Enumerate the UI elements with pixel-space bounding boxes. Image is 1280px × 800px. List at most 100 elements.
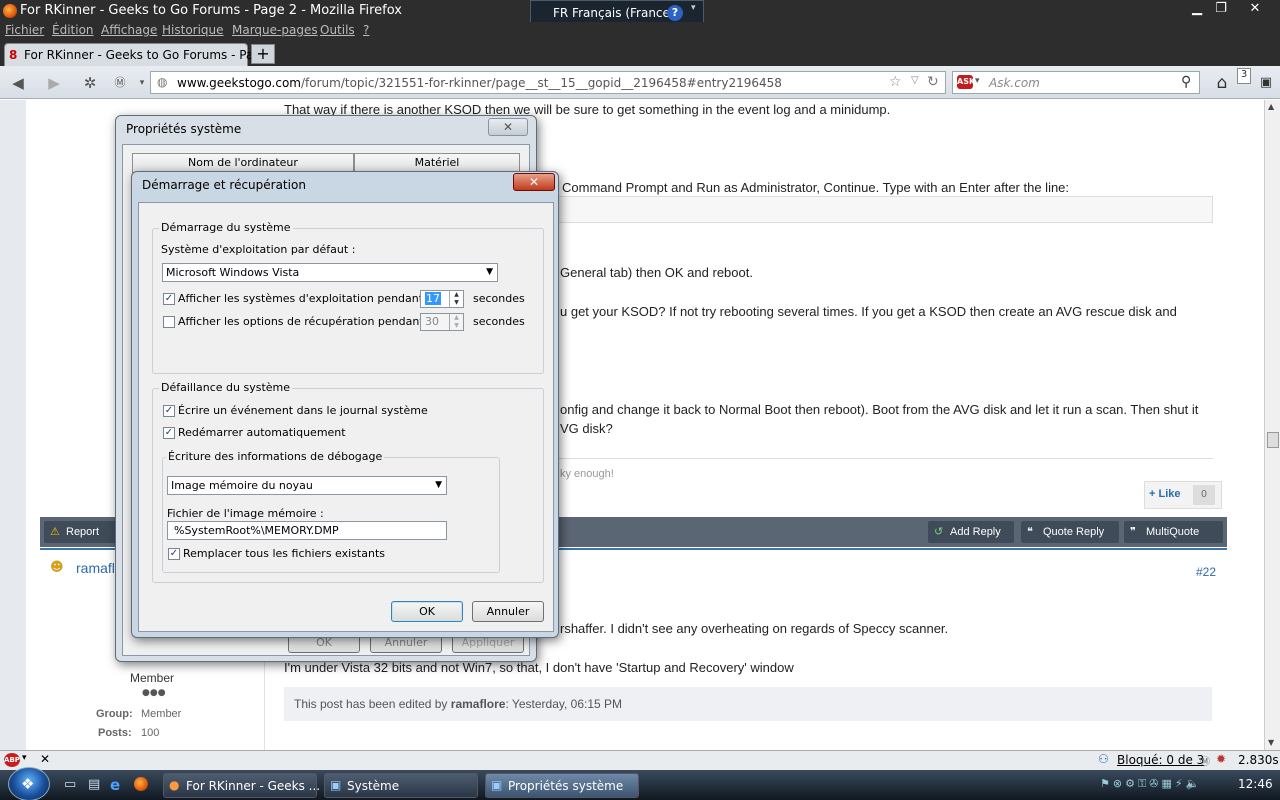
extension-icon[interactable]: ✲ — [80, 73, 100, 93]
posts-value: 100 — [141, 727, 160, 739]
member-role: Member — [130, 671, 175, 685]
chevron-down-icon: ▼ — [435, 480, 442, 490]
scroll-up-icon[interactable]: ▲ — [1268, 102, 1274, 111]
signature-text: ky enough! — [560, 468, 614, 480]
toolbar-extra-icon[interactable]: ▣ — [1256, 73, 1276, 93]
taskbar-item-proprietes[interactable]: ▣ Propriétés système — [485, 773, 639, 798]
edited-by-link[interactable]: ramaflore — [451, 697, 506, 711]
like-button[interactable]: + Like — [1149, 488, 1181, 500]
firebug-icon[interactable]: ✹ — [1216, 752, 1226, 766]
blocked-count[interactable]: Bloqué: 0 de 3 — [1117, 753, 1204, 767]
debug-info-select[interactable]: Image mémoire du noyau ▼ — [167, 476, 447, 495]
status-bar: ABP ▾ ✕ ⚇ Bloqué: 0 de 3 Ⓜ ✹ 2.830s — [0, 750, 1280, 770]
menu-help[interactable]: ? — [363, 23, 369, 37]
system-icon: ▣ — [330, 778, 342, 792]
auto-restart-checkbox[interactable]: ✓ — [163, 427, 175, 439]
forward-arrow-icon[interactable]: ▶ — [44, 73, 64, 93]
navigation-bar: ◀ ▶ ✲ Ⓜ ▾ ◍ www.geekstogo.com/forum/topi… — [0, 66, 1280, 99]
write-event-label: Écrire un événement dans le journal syst… — [178, 404, 428, 417]
clock[interactable]: 12:46 — [1238, 777, 1273, 791]
firefox-quicklaunch-icon[interactable] — [134, 777, 148, 791]
scroll-down-icon[interactable]: ▼ — [1268, 738, 1274, 747]
dropdown-arrow-icon[interactable]: ▾ — [132, 73, 152, 93]
addon-icon[interactable]: Ⓜ — [110, 73, 130, 93]
url-history-icon[interactable]: ▽ — [911, 75, 919, 86]
debug-group-label: Écriture des informations de débogage — [166, 450, 385, 463]
language-label: FR Français (France) — [553, 6, 675, 20]
auto-restart-label: Redémarrer automatiquement — [178, 426, 346, 439]
startup-recovery-close-button[interactable]: ✕ — [513, 173, 555, 191]
taskbar-item-systeme[interactable]: ▣ Système — [324, 773, 478, 798]
search-icon[interactable]: ⚲ — [1181, 74, 1191, 90]
show-recovery-seconds-stepper[interactable]: 30 ▲ ▼ — [420, 313, 464, 331]
dump-file-input[interactable]: %SystemRoot%\MEMORY.DMP — [167, 521, 447, 540]
start-button[interactable]: ❖ — [8, 767, 50, 800]
ask-engine-icon[interactable]: ASK — [957, 75, 975, 89]
firefox-icon — [3, 4, 17, 18]
menu-edition[interactable]: Édition — [52, 23, 94, 37]
show-desktop-icon[interactable]: ▭ — [64, 777, 76, 792]
show-recovery-seconds-label: secondes — [473, 315, 525, 328]
minimize-button[interactable]: ▁ — [1184, 0, 1210, 18]
restore-button[interactable]: ❐ — [1208, 0, 1234, 18]
ok-button[interactable]: OK — [391, 601, 463, 622]
menu-fichier[interactable]: Fichier — [5, 23, 44, 37]
tab-hardware[interactable]: Matériel — [354, 153, 520, 173]
system-tray-icons[interactable]: ⚑⊗⚙⚿✇▦⚡🔈 — [1100, 777, 1202, 791]
home-icon[interactable]: ⌂ — [1212, 73, 1232, 93]
bookmark-star-icon[interactable]: ☆ — [889, 74, 902, 90]
firefox-icon: ● — [169, 778, 180, 792]
show-os-checkbox[interactable]: ✓ — [163, 293, 175, 305]
cancel-button[interactable]: Annuler — [472, 601, 544, 622]
url-bar[interactable]: ◍ www.geekstogo.com/forum/topic/321551-f… — [150, 71, 946, 94]
taskbar-item-firefox[interactable]: ● For RKinner - Geeks ... — [163, 773, 320, 798]
status-addon-icon[interactable]: Ⓜ — [1200, 753, 1210, 768]
new-tab-button[interactable]: + — [251, 44, 275, 64]
post-text-line: VG disk? — [560, 421, 613, 436]
help-icon[interactable]: ? — [667, 5, 683, 21]
close-statusbar-icon[interactable]: ✕ — [40, 752, 50, 766]
search-input[interactable]: Ask.com — [989, 76, 1040, 90]
menu-marque-pages[interactable]: Marque-pages — [232, 23, 318, 37]
add-reply-button[interactable]: ↺ Add Reply — [928, 521, 1014, 543]
url-text: www.geekstogo.com/forum/topic/321551-for… — [177, 76, 782, 90]
language-bar-options-icon[interactable]: ▾ — [691, 3, 696, 13]
overwrite-label: Remplacer tous les fichiers existants — [183, 547, 386, 560]
system-properties-close-button[interactable]: ✕ — [488, 118, 528, 136]
stepper-arrows-icon[interactable]: ▲ ▼ — [449, 291, 463, 307]
menu-affichage[interactable]: Affichage — [101, 23, 157, 37]
scroll-thumb[interactable] — [1267, 432, 1279, 448]
noscript-icon[interactable]: ⚇ — [1098, 752, 1109, 766]
internet-explorer-icon[interactable]: e — [110, 776, 120, 794]
show-os-label: Afficher les systèmes d'exploitation pen… — [178, 292, 431, 305]
tab-computer-name[interactable]: Nom de l'ordinateur — [132, 153, 354, 173]
adblock-icon[interactable]: ABP — [4, 753, 20, 767]
search-bar[interactable]: ASK ▾ Ask.com ⚲ — [952, 71, 1200, 94]
back-arrow-icon[interactable]: ◀ — [8, 73, 28, 93]
stepper-arrows-icon[interactable]: ▲ ▼ — [449, 314, 463, 330]
taskbar: ▭ ▤ e ● For RKinner - Geeks ... ▣ Système … — [0, 770, 1280, 800]
show-recovery-checkbox[interactable] — [163, 316, 175, 328]
reload-icon[interactable]: ↻ — [927, 74, 939, 90]
engine-dropdown-icon[interactable]: ▾ — [975, 76, 980, 86]
reply-author-link[interactable]: ramafl — [76, 560, 115, 576]
menu-historique[interactable]: Historique — [162, 23, 224, 37]
quote-reply-button[interactable]: ❝ Quote Reply — [1021, 521, 1119, 543]
multiquote-button[interactable]: ❞ MultiQuote — [1124, 521, 1223, 543]
overwrite-checkbox[interactable]: ✓ — [168, 548, 180, 560]
switch-windows-icon[interactable]: ▤ — [88, 777, 100, 792]
notification-badge[interactable]: 3 — [1237, 68, 1251, 84]
close-button[interactable]: ✕ — [1242, 0, 1268, 18]
show-os-seconds-stepper[interactable]: 17 ▲ ▼ — [420, 290, 464, 308]
startup-recovery-body: Démarrage du système Système d'exploitat… — [138, 202, 554, 632]
report-button[interactable]: ⚠ Report — [44, 521, 120, 543]
adblock-dropdown-icon[interactable]: ▾ — [22, 753, 27, 763]
posts-label: Posts: — [98, 727, 132, 739]
write-event-checkbox[interactable]: ✓ — [163, 405, 175, 417]
menu-outils[interactable]: Outils — [320, 23, 355, 37]
post-number-link[interactable]: #22 — [1196, 565, 1216, 579]
default-os-select[interactable]: Microsoft Windows Vista ▼ — [162, 263, 498, 282]
tab-active[interactable]: 8 For RKinner - Geeks to Go Forums - Pag… — [4, 43, 272, 66]
startup-recovery-dialog: Démarrage et récupération ✕ Démarrage du… — [131, 171, 559, 638]
page-scrollbar[interactable]: ▲ ▼ — [1264, 100, 1280, 750]
